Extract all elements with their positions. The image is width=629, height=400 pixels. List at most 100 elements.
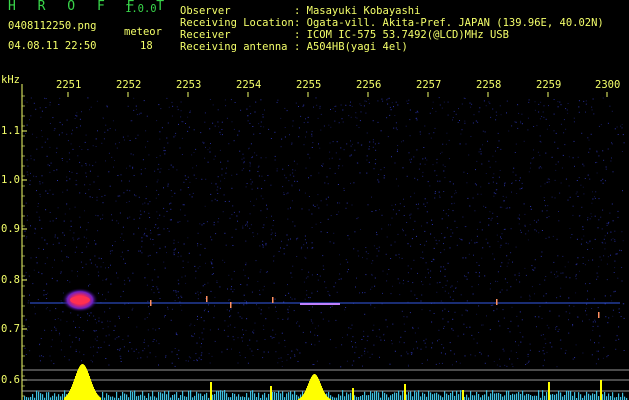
noise-pixel xyxy=(511,125,513,127)
noise-pixel xyxy=(285,294,287,296)
noise-pixel xyxy=(173,239,175,241)
histogram-bar xyxy=(362,395,364,400)
noise-pixel xyxy=(144,168,146,170)
noise-pixel xyxy=(44,97,45,99)
noise-pixel xyxy=(476,228,478,230)
histogram-bar xyxy=(286,393,288,400)
noise-pixel xyxy=(469,326,471,328)
noise-pixel xyxy=(263,285,265,287)
noise-pixel xyxy=(504,364,506,366)
noise-pixel xyxy=(274,159,276,161)
noise-pixel xyxy=(463,333,465,335)
noise-pixel xyxy=(248,148,249,150)
histogram-bar xyxy=(384,392,386,400)
noise-pixel xyxy=(278,357,280,359)
noise-pixel xyxy=(103,138,105,140)
noise-pixel xyxy=(43,294,45,296)
noise-pixel xyxy=(181,154,183,155)
noise-pixel xyxy=(528,362,529,363)
noise-pixel xyxy=(90,106,92,108)
noise-pixel xyxy=(524,267,526,269)
noise-pixel xyxy=(66,204,68,206)
noise-pixel xyxy=(258,307,260,309)
noise-pixel xyxy=(57,318,59,319)
noise-pixel xyxy=(155,329,157,331)
noise-pixel xyxy=(107,291,109,293)
histogram-bar xyxy=(422,392,424,400)
noise-pixel xyxy=(69,334,71,336)
noise-pixel xyxy=(371,353,373,355)
noise-pixel xyxy=(502,195,504,197)
noise-pixel xyxy=(147,203,149,205)
histogram-bar xyxy=(302,395,303,400)
noise-pixel xyxy=(606,279,608,281)
histogram-bar xyxy=(196,391,198,400)
noise-pixel xyxy=(448,310,450,312)
noise-pixel xyxy=(378,246,380,248)
noise-pixel xyxy=(366,159,368,161)
histogram-bar xyxy=(124,393,126,400)
noise-pixel xyxy=(267,351,269,353)
noise-pixel xyxy=(243,294,245,296)
noise-pixel xyxy=(346,143,348,145)
noise-pixel xyxy=(307,276,309,278)
noise-pixel xyxy=(444,166,446,168)
noise-pixel xyxy=(195,353,197,355)
histogram-bar xyxy=(140,394,142,400)
noise-pixel xyxy=(518,275,520,277)
noise-pixel xyxy=(28,300,30,302)
noise-pixel xyxy=(87,149,89,151)
histogram-bar xyxy=(78,368,79,400)
noise-pixel xyxy=(123,239,125,241)
noise-pixel xyxy=(204,308,206,310)
histogram-bar xyxy=(602,394,604,400)
noise-pixel xyxy=(521,188,523,189)
noise-pixel xyxy=(97,130,98,132)
noise-pixel xyxy=(376,234,378,236)
noise-pixel xyxy=(616,335,618,337)
noise-pixel xyxy=(528,101,530,103)
noise-pixel xyxy=(177,109,179,111)
noise-pixel xyxy=(518,344,520,346)
histogram-bar xyxy=(502,396,504,400)
noise-pixel xyxy=(217,193,219,194)
noise-pixel xyxy=(495,119,497,121)
noise-pixel xyxy=(407,272,409,274)
noise-pixel xyxy=(575,193,577,195)
histogram-bar xyxy=(82,364,83,400)
noise-pixel xyxy=(108,171,110,173)
noise-pixel xyxy=(243,162,245,164)
noise-pixel xyxy=(414,177,416,179)
noise-pixel xyxy=(27,174,29,176)
noise-pixel xyxy=(284,127,286,128)
noise-pixel xyxy=(335,347,337,349)
signal-blip xyxy=(206,296,208,302)
noise-pixel xyxy=(154,170,156,172)
time-ticks xyxy=(67,92,608,97)
histogram-bar xyxy=(309,380,310,400)
histogram-bar xyxy=(532,396,534,400)
noise-pixel xyxy=(604,180,606,182)
noise-pixel xyxy=(39,107,41,109)
noise-pixel xyxy=(543,105,545,107)
noise-pixel xyxy=(604,295,606,297)
noise-pixel xyxy=(610,239,612,241)
noise-pixel xyxy=(592,191,593,193)
noise-pixel xyxy=(407,353,409,355)
noise-pixel xyxy=(592,329,594,331)
noise-pixel xyxy=(343,190,345,191)
noise-pixel xyxy=(463,97,465,99)
noise-pixel xyxy=(416,149,418,151)
noise-pixel xyxy=(506,207,508,209)
noise-pixel xyxy=(250,178,252,180)
noise-pixel xyxy=(28,275,30,277)
noise-pixel xyxy=(426,211,428,213)
noise-pixel xyxy=(24,230,26,232)
noise-pixel xyxy=(553,113,555,115)
noise-pixel xyxy=(503,200,505,202)
noise-pixel xyxy=(459,362,461,364)
noise-pixel xyxy=(37,299,39,301)
noise-pixel xyxy=(178,123,179,125)
histogram-bar xyxy=(246,393,248,400)
noise-pixel xyxy=(253,332,255,334)
